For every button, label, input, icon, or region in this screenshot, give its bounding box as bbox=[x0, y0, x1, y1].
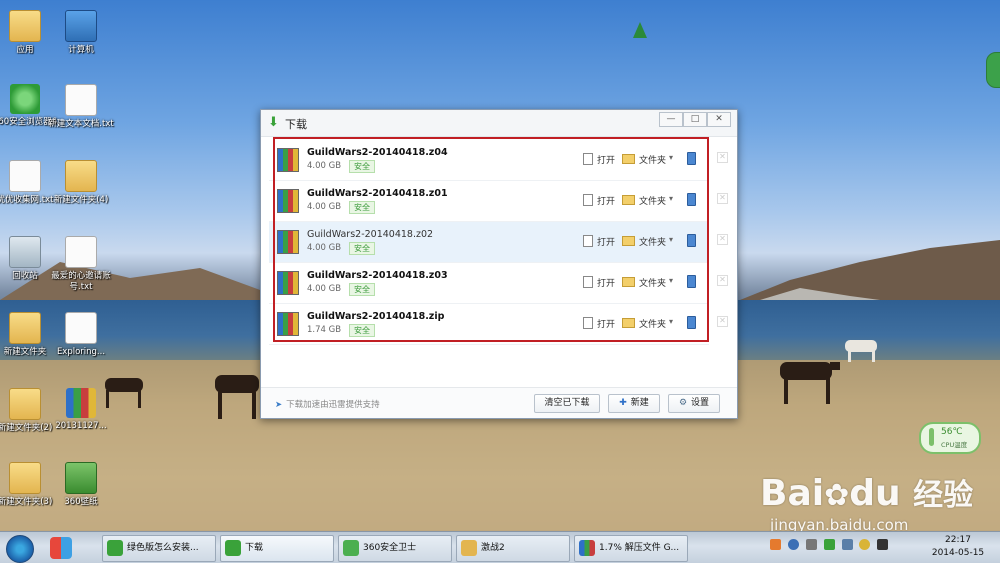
window-titlebar[interactable]: ⬇ 下载 — □ ✕ bbox=[261, 110, 737, 137]
shield-icon bbox=[65, 462, 97, 494]
start-button[interactable] bbox=[6, 535, 34, 563]
folder-icon bbox=[9, 10, 41, 42]
taskbar-item[interactable]: 激战2 bbox=[456, 535, 570, 562]
taskbar-item-label: 绿色版怎么安装... bbox=[127, 543, 199, 553]
desktop-icon[interactable]: 计算机 bbox=[41, 10, 121, 56]
desktop-icon[interactable]: 新建文件夹(4) bbox=[41, 160, 121, 206]
download-arrow-icon: ⬇ bbox=[268, 115, 279, 130]
quicklaunch-icon[interactable] bbox=[50, 537, 72, 559]
download-icon bbox=[225, 540, 241, 556]
clock-date: 2014-05-15 bbox=[931, 548, 985, 558]
maximize-button[interactable]: □ bbox=[683, 112, 707, 127]
thermometer-icon bbox=[929, 428, 934, 446]
new-label: 新建 bbox=[630, 398, 649, 408]
shield-icon bbox=[343, 540, 359, 556]
plus-icon: ✚ bbox=[619, 398, 627, 408]
watermark-cn: 经验 bbox=[913, 478, 974, 513]
taskbar-item[interactable]: 绿色版怎么安装... bbox=[102, 535, 216, 562]
desktop-icon[interactable]: Exploring... bbox=[41, 312, 121, 358]
delete-icon[interactable]: ✕ bbox=[717, 193, 728, 204]
desktop-icon-label: 新建文件夹(4) bbox=[53, 195, 109, 205]
new-download-button[interactable]: ✚ 新建 bbox=[608, 394, 660, 413]
taskbar-item[interactable]: 360安全卫士 bbox=[338, 535, 452, 562]
delete-icon[interactable]: ✕ bbox=[717, 316, 728, 327]
folder-icon bbox=[65, 160, 97, 192]
taskbar-item-label: 下载 bbox=[245, 543, 264, 553]
christmas-tree-icon bbox=[633, 22, 647, 38]
taskbar-item-label: 激战2 bbox=[481, 543, 505, 553]
acceleration-tip: ➤ 下载加速由迅雷提供支持 bbox=[275, 398, 380, 410]
browser-icon bbox=[107, 540, 123, 556]
pc-icon bbox=[65, 10, 97, 42]
minimize-button[interactable]: — bbox=[659, 112, 683, 127]
cpu-temp-caption: CPU温度 bbox=[941, 441, 968, 449]
highlight-box bbox=[273, 137, 709, 342]
gear-icon: ⚙ bbox=[678, 398, 688, 408]
delete-icon[interactable]: ✕ bbox=[717, 234, 728, 245]
delete-icon[interactable]: ✕ bbox=[717, 152, 728, 163]
desktop-icon-label: 360壁纸 bbox=[64, 497, 98, 507]
cpu-temp-value: 56℃ bbox=[941, 427, 963, 437]
doc-icon bbox=[65, 236, 97, 268]
folder-icon bbox=[9, 462, 41, 494]
desktop-icon[interactable]: 最爱的心邀请账号.txt bbox=[41, 236, 121, 293]
clock[interactable]: 22:17 2014-05-15 bbox=[930, 534, 986, 560]
thunder-bird-icon: ➤ bbox=[275, 400, 283, 410]
folder-icon bbox=[9, 312, 41, 344]
taskbar: 绿色版怎么安装... 下载 360安全卫士 激战2 1.7% 解压文件 G...… bbox=[0, 531, 1000, 563]
paw-icon: ✿ bbox=[824, 478, 850, 513]
watermark-brand2: du bbox=[849, 473, 901, 514]
tip-text: 下载加速由迅雷提供支持 bbox=[286, 400, 380, 410]
network-icon[interactable] bbox=[841, 539, 853, 550]
window-footer: ➤ 下载加速由迅雷提供支持 清空已下载 ✚ 新建 ⚙ 设置 bbox=[261, 387, 737, 418]
taskbar-item-active[interactable]: 下载 bbox=[220, 535, 334, 562]
desktop-icon[interactable]: 新建文本文档.txt bbox=[41, 84, 121, 130]
close-button[interactable]: ✕ bbox=[707, 112, 731, 127]
security-icon[interactable] bbox=[823, 539, 835, 550]
doc-icon bbox=[65, 84, 97, 116]
doc-icon bbox=[65, 312, 97, 344]
floating-ball-icon[interactable] bbox=[986, 52, 1000, 88]
help-icon[interactable] bbox=[787, 539, 799, 550]
desktop-icon-label: Exploring... bbox=[56, 347, 106, 357]
desktop-icon[interactable]: 20131127... bbox=[41, 388, 121, 432]
desktop-icon-label: 新建文本文档.txt bbox=[48, 119, 114, 129]
doc-icon bbox=[9, 160, 41, 192]
tray-s-icon[interactable] bbox=[770, 539, 781, 550]
watermark-brand: Bai bbox=[760, 473, 825, 514]
watermark-logo: Bai✿du 经验 bbox=[760, 470, 973, 514]
winrar-icon bbox=[579, 540, 595, 556]
sound-icon[interactable] bbox=[877, 539, 889, 550]
settings-button[interactable]: ⚙ 设置 bbox=[668, 394, 720, 413]
system-tray bbox=[770, 539, 930, 555]
desktop-icon[interactable]: 360壁纸 bbox=[41, 462, 121, 508]
settings-tray-icon[interactable] bbox=[805, 539, 817, 550]
folder-icon bbox=[461, 540, 477, 556]
settings-label: 设置 bbox=[691, 398, 710, 408]
taskbar-item-label: 1.7% 解压文件 G... bbox=[599, 543, 680, 553]
cpu-temp-gadget[interactable]: 56℃ CPU温度 bbox=[919, 422, 981, 454]
desktop-icon-label: 计算机 bbox=[68, 45, 94, 55]
taskbar-item-label: 360安全卫士 bbox=[363, 543, 417, 553]
desktop-icon-label: 20131127... bbox=[55, 421, 107, 431]
smiley-icon[interactable] bbox=[859, 539, 871, 550]
bin-icon bbox=[9, 236, 41, 268]
ie-icon bbox=[10, 84, 40, 114]
taskbar-item[interactable]: 1.7% 解压文件 G... bbox=[574, 535, 688, 562]
desktop-icon-label: 最爱的心邀请账号.txt bbox=[51, 271, 111, 292]
folder-icon bbox=[9, 388, 41, 420]
clear-downloaded-button[interactable]: 清空已下载 bbox=[534, 394, 600, 413]
clock-time: 22:17 bbox=[945, 535, 971, 545]
delete-icon[interactable]: ✕ bbox=[717, 275, 728, 286]
window-title: 下载 bbox=[285, 118, 307, 131]
rar-icon bbox=[66, 388, 96, 418]
